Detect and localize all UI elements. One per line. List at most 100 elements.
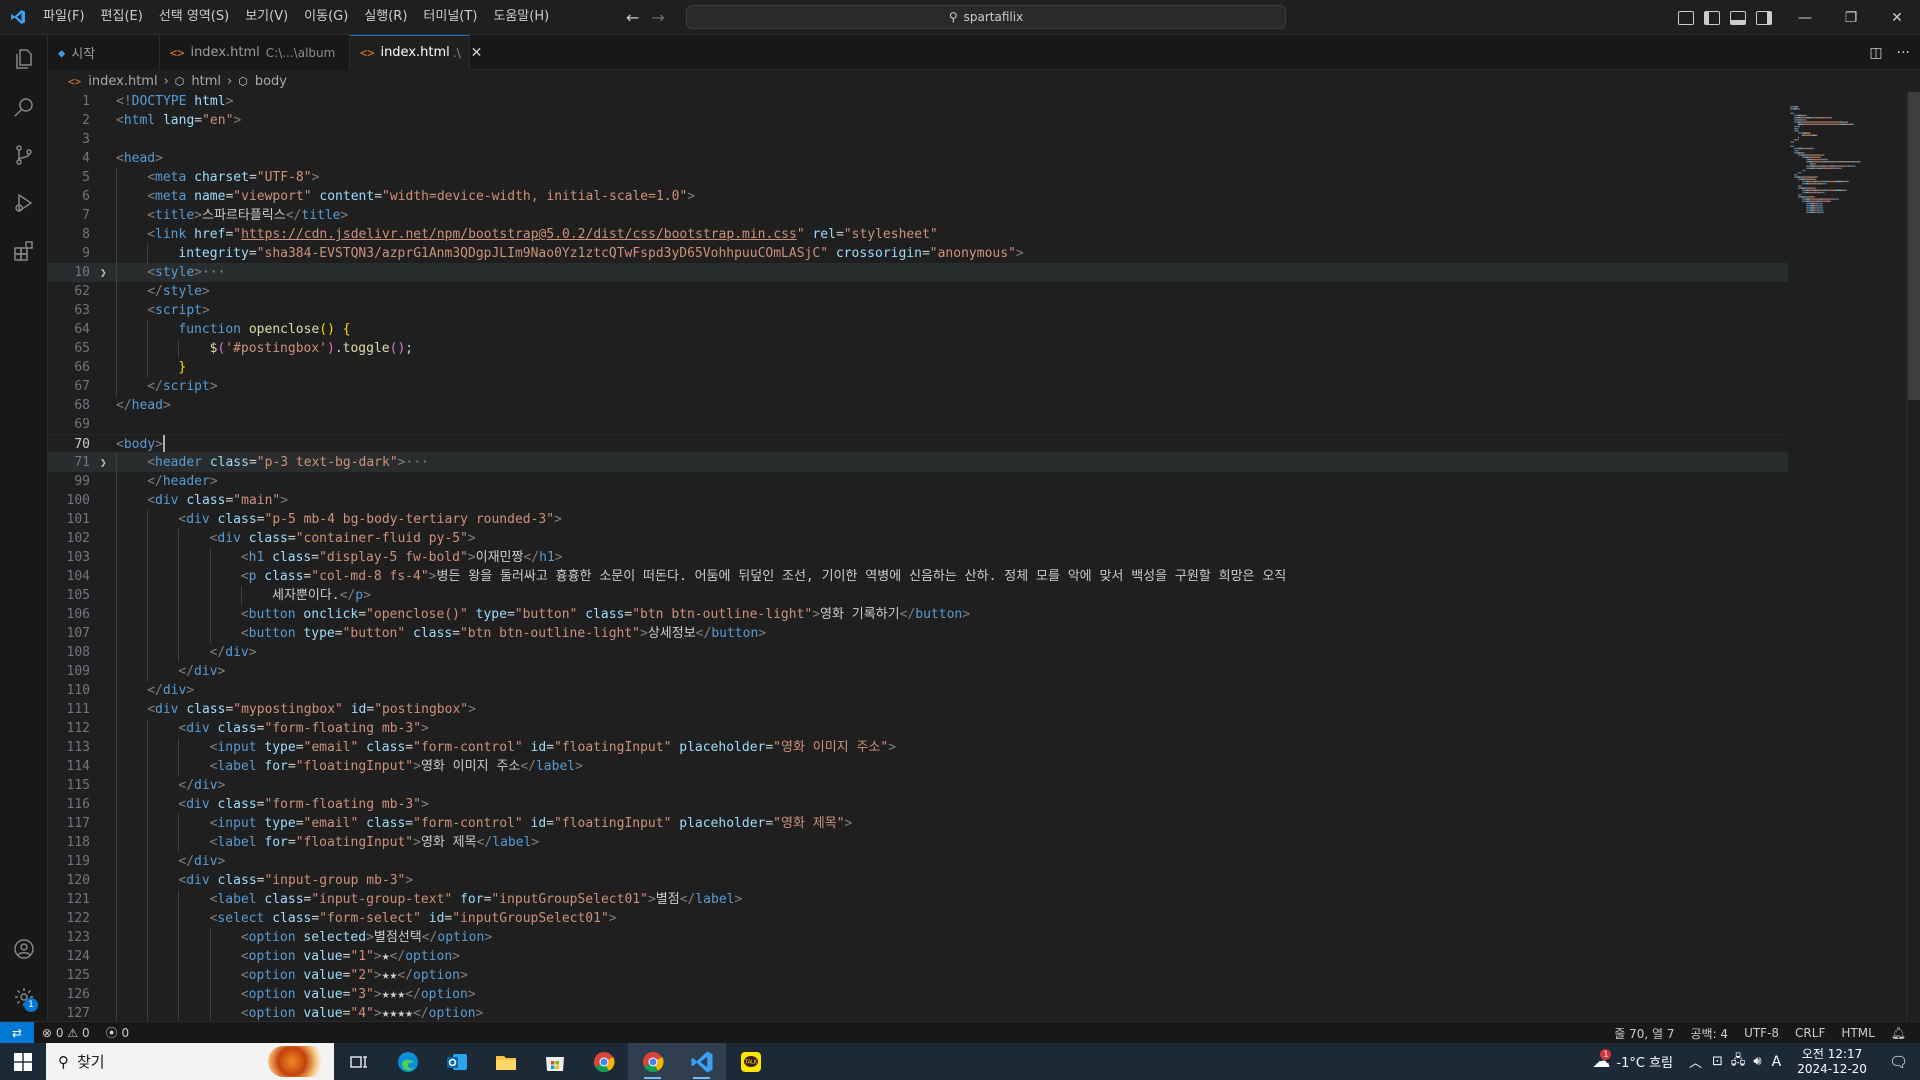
code-line[interactable]: 107 <button type="button" class="btn btn-… (48, 624, 1788, 643)
code-line[interactable]: 122 <select class="form-select" id="input… (48, 909, 1788, 928)
taskbar-search-box[interactable]: ⚲ 찾기 (46, 1043, 334, 1080)
extensions-icon[interactable] (0, 227, 48, 275)
source-control-icon[interactable] (0, 131, 48, 179)
code-line[interactable]: 5 <meta charset="UTF-8"> (48, 168, 1788, 187)
code-line[interactable]: 108 </div> (48, 643, 1788, 662)
code-editor[interactable]: 1 <!DOCTYPE html> 2 <html lang="en"> 3 4 <head… (48, 92, 1920, 1021)
code-line[interactable]: 106 <button onclick="openclose()" type="b… (48, 605, 1788, 624)
code-line[interactable]: 70 <body> (48, 434, 1788, 453)
code-line[interactable]: 123 <option selected>별점선택</option> (48, 928, 1788, 947)
toggle-primary-sidebar-icon[interactable] (1704, 10, 1720, 25)
code-line[interactable]: 67 </script> (48, 377, 1788, 396)
command-center-search[interactable]: ⚲ spartafilix (686, 5, 1286, 29)
notifications-bell-icon[interactable]: 🔔︎ (1883, 1026, 1914, 1040)
notification-center-icon[interactable]: 🗨︎ (1877, 1053, 1920, 1071)
menu-item[interactable]: 이동(G) (296, 4, 356, 30)
code-line[interactable]: 109 </div> (48, 662, 1788, 681)
code-line[interactable]: 103 <h1 class="display-5 fw-bold">이재민짱</h… (48, 548, 1788, 567)
code-line[interactable]: 2 <html lang="en"> (48, 111, 1788, 130)
code-line[interactable]: 100 <div class="main"> (48, 491, 1788, 510)
more-actions-icon[interactable]: ··· (1897, 45, 1910, 61)
search-icon[interactable] (0, 83, 48, 131)
fold-chevron-icon[interactable]: ❯ (100, 453, 107, 472)
code-line[interactable]: 102 <div class="container-fluid py-5"> (48, 529, 1788, 548)
input-method-indicator[interactable]: A (1766, 1054, 1788, 1070)
tab-album-index-html[interactable]: <> index.html C:\...\album (160, 35, 350, 70)
menu-item[interactable]: 파일(F) (35, 4, 93, 30)
breadcrumb-item-html[interactable]: html (191, 74, 221, 89)
code-line[interactable]: 111 <div class="mypostingbox" id="posting… (48, 700, 1788, 719)
task-view-icon[interactable] (334, 1043, 383, 1080)
code-line[interactable]: 6 <meta name="viewport" content="width=de… (48, 187, 1788, 206)
code-line[interactable]: 115 </div> (48, 776, 1788, 795)
edge-icon[interactable] (383, 1043, 432, 1080)
outlook-icon[interactable] (432, 1043, 481, 1080)
editor-scrollbar[interactable] (1906, 92, 1920, 1021)
code-line[interactable]: 1 <!DOCTYPE html> (48, 92, 1788, 111)
back-arrow-icon[interactable]: ← (626, 8, 639, 27)
accounts-icon[interactable] (0, 925, 48, 973)
encoding[interactable]: UTF-8 (1736, 1026, 1787, 1040)
tab-index-html-active[interactable]: <> index.html .\ ✕ (350, 35, 482, 70)
store-icon[interactable] (530, 1043, 579, 1080)
code-line[interactable]: 113 <input type="email" class="form-contr… (48, 738, 1788, 757)
menu-item[interactable]: 선택 영역(S) (151, 4, 237, 30)
code-line[interactable]: 64 function openclose() { (48, 320, 1788, 339)
clock[interactable]: 오전 12:17 2024-12-20 (1787, 1047, 1877, 1077)
code-line[interactable]: 99 </header> (48, 472, 1788, 491)
toggle-secondary-sidebar-icon[interactable] (1756, 10, 1772, 25)
close-window-button[interactable]: ✕ (1874, 0, 1920, 35)
menu-item[interactable]: 도움말(H) (485, 4, 557, 30)
code-line[interactable]: 4 <head> (48, 149, 1788, 168)
split-editor-icon[interactable]: ◫ (1869, 45, 1882, 61)
code-line[interactable]: 126 <option value="3">★★★</option> (48, 985, 1788, 1004)
customize-layout-icon[interactable] (1678, 10, 1694, 25)
toggle-panel-icon[interactable] (1730, 10, 1746, 25)
tab-welcome[interactable]: ◆ 시작 (48, 35, 160, 70)
code-line[interactable]: 62 </style> (48, 282, 1788, 301)
manage-gear-icon[interactable]: 1 (0, 973, 48, 1021)
problems-indicator[interactable]: ⊗ 0 ⚠ 0 (34, 1026, 98, 1040)
chrome-icon[interactable] (579, 1043, 628, 1080)
code-line[interactable]: 120 <div class="input-group mb-3"> (48, 871, 1788, 890)
vscode-icon[interactable] (677, 1043, 726, 1080)
minimize-button[interactable]: — (1782, 0, 1828, 35)
code-line[interactable]: 110 </div> (48, 681, 1788, 700)
chevron-up-icon[interactable]: ︿ (1683, 1052, 1708, 1071)
code-line[interactable]: 10 ❯ <style>··· (48, 263, 1788, 282)
code-line[interactable]: 104 <p class="col-md-8 fs-4">병든 왕을 둘러싸고 흉… (48, 567, 1788, 586)
menu-item[interactable]: 실행(R) (356, 4, 415, 30)
restore-button[interactable]: ❐ (1828, 0, 1874, 35)
weather-widget[interactable]: ☁ 1 -1°C 흐림 (1582, 1049, 1683, 1072)
ports-indicator[interactable]: ⦿ 0 (98, 1024, 137, 1041)
code-line[interactable]: 121 <label class="input-group-text" for="… (48, 890, 1788, 909)
code-line[interactable]: 3 (48, 130, 1788, 149)
code-line[interactable]: 124 <option value="1">★</option> (48, 947, 1788, 966)
fold-chevron-icon[interactable]: ❯ (100, 263, 107, 282)
code-line[interactable]: 63 <script> (48, 301, 1788, 320)
code-line[interactable]: 114 <label for="floatingInput">영화 이미지 주소<… (48, 757, 1788, 776)
run-debug-icon[interactable] (0, 179, 48, 227)
volume-icon[interactable]: 🔊︎ (1749, 1054, 1765, 1069)
minimap[interactable] (1786, 92, 1906, 1021)
file-explorer-icon[interactable] (481, 1043, 530, 1080)
code-line[interactable]: 68 </head> (48, 396, 1788, 415)
breadcrumb-item-body[interactable]: body (255, 74, 287, 89)
code-line[interactable]: 116 <div class="form-floating mb-3"> (48, 795, 1788, 814)
code-line[interactable]: 65 $('#postingbox').toggle(); (48, 339, 1788, 358)
code-line[interactable]: 7 <title>스파르타플릭스</title> (48, 206, 1788, 225)
code-line[interactable]: 125 <option value="2">★★</option> (48, 966, 1788, 985)
code-line[interactable]: 69 (48, 415, 1788, 434)
code-line[interactable]: 66} (48, 358, 1788, 377)
close-tab-icon[interactable]: ✕ (471, 45, 483, 61)
forward-arrow-icon[interactable]: → (651, 8, 664, 27)
indentation[interactable]: 공백: 4 (1682, 1025, 1736, 1042)
remote-indicator-icon[interactable]: ⇄ (0, 1021, 34, 1044)
cursor-position[interactable]: 줄 70, 열 7 (1606, 1025, 1682, 1042)
language-mode[interactable]: HTML (1833, 1026, 1882, 1040)
windows-start-icon[interactable] (0, 1043, 46, 1080)
network-icon[interactable]: 🖧︎ (1727, 1051, 1750, 1073)
chrome-icon[interactable] (628, 1043, 677, 1080)
code-line[interactable]: 118 <label for="floatingInput">영화 제목</lab… (48, 833, 1788, 852)
code-line[interactable]: 8 <link href = "https://cdn.jsdelivr.net/np… (48, 225, 1788, 244)
